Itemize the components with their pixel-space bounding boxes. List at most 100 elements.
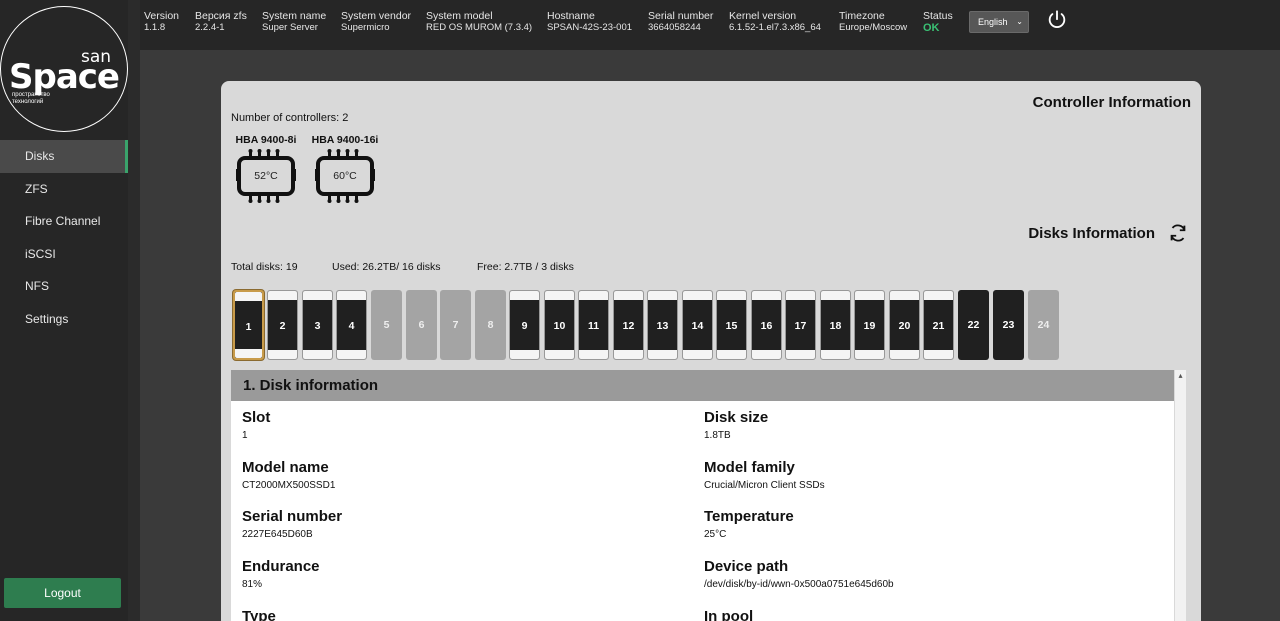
timezone-value: Europe/Moscow <box>839 22 908 33</box>
disk-slot[interactable]: 20 <box>889 290 920 360</box>
serial-value: 3664058244 <box>648 22 701 33</box>
field-value: 25°C <box>704 529 727 540</box>
sidebar-item-nfs[interactable]: NFS <box>0 270 128 303</box>
controller-temperature: 60°C <box>333 170 357 182</box>
main-area: Controller Information Number of control… <box>140 50 1280 621</box>
disk-slot[interactable]: 17 <box>785 290 816 360</box>
disk-slot[interactable]: 6 <box>406 290 437 360</box>
info-system-name: System name Super Server <box>262 10 326 34</box>
chip-icon: 60°C <box>314 149 376 203</box>
info-hostname: Hostname SPSAN-42S-23-001 <box>547 10 632 34</box>
logout-button[interactable]: Logout <box>4 578 121 608</box>
disk-slot[interactable]: 22 <box>958 290 989 360</box>
disk-slot[interactable]: 8 <box>475 290 506 360</box>
disk-slot[interactable]: 23 <box>993 290 1024 360</box>
kernel-value: 6.1.52-1.el7.3.x86_64 <box>729 22 821 33</box>
chevron-down-icon: ⌄ <box>1016 17 1023 26</box>
language-select[interactable]: English ⌄ <box>969 11 1029 33</box>
free-disks: Free: 2.7TB / 3 disks <box>477 261 574 273</box>
refresh-icon[interactable] <box>1167 222 1189 244</box>
info-kernel: Kernel version 6.1.52-1.el7.3.x86_64 <box>729 10 821 34</box>
disk-slot[interactable]: 10 <box>544 290 575 360</box>
disk-slot[interactable]: 21 <box>923 290 954 360</box>
field-label: Serial number <box>242 508 343 525</box>
field-label: Endurance <box>242 558 320 575</box>
sidebar-item-iscsi[interactable]: iSCSI <box>0 238 128 271</box>
sidebar-item-zfs[interactable]: ZFS <box>0 173 128 206</box>
disk-slot[interactable]: 5 <box>371 290 402 360</box>
field-model-family: Model family Crucial/Micron Client SSDs <box>704 459 1144 491</box>
kernel-label: Kernel version <box>729 10 797 22</box>
detail-scrollbar[interactable]: ▴ <box>1175 370 1186 621</box>
info-timezone: Timezone Europe/Moscow <box>839 10 907 34</box>
disk-slot[interactable]: 24 <box>1028 290 1059 360</box>
disk-slot[interactable]: 4 <box>336 290 367 360</box>
disk-slot[interactable]: 13 <box>647 290 678 360</box>
info-zfs: Версия zfs 2.2.4-1 <box>195 10 247 34</box>
version-label: Version <box>144 10 180 22</box>
system-model-value: RED OS MUROM (7.3.4) <box>426 22 533 33</box>
field-label: Model family <box>704 459 795 476</box>
controller-name: HBA 9400-8i <box>235 134 297 146</box>
version-value: 1.1.8 <box>144 22 166 33</box>
field-label: Model name <box>242 459 329 476</box>
controller-info-title: Controller Information <box>1032 94 1191 111</box>
system-name-value: Super Server <box>262 22 318 33</box>
controller-name: HBA 9400-16i <box>311 134 379 146</box>
logo: san Space пространство технологий <box>0 6 128 132</box>
timezone-label: Timezone <box>839 10 885 22</box>
field-label: Slot <box>242 409 271 426</box>
info-system-vendor: System vendor Supermicro <box>341 10 411 34</box>
disk-slot[interactable]: 1 <box>233 290 264 360</box>
sidebar-item-disks[interactable]: Disks <box>0 140 128 173</box>
field-value: 1 <box>242 430 248 441</box>
system-vendor-value: Supermicro <box>341 22 390 33</box>
info-system-model: System model RED OS MUROM (7.3.4) <box>426 10 532 34</box>
info-version: Version 1.1.8 <box>144 10 179 34</box>
hostname-label: Hostname <box>547 10 595 22</box>
disk-slot[interactable]: 14 <box>682 290 713 360</box>
field-type: Type <box>242 608 682 621</box>
field-value: Crucial/Micron Client SSDs <box>704 480 825 491</box>
disk-slot[interactable]: 9 <box>509 290 540 360</box>
status-badge: OK <box>923 22 940 34</box>
disks-info-title: Disks Information <box>1028 225 1155 242</box>
sidebar-nav: Disks ZFS Fibre Channel iSCSI NFS Settin… <box>0 140 128 335</box>
field-value: 81% <box>242 579 263 590</box>
field-serial-number: Serial number 2227E645D60B <box>242 508 682 540</box>
disk-slot[interactable]: 3 <box>302 290 333 360</box>
disk-slot[interactable]: 12 <box>613 290 644 360</box>
controller-card: HBA 9400-16i 60°C <box>305 134 385 203</box>
field-disk-size: Disk size 1.8TB <box>704 409 1144 441</box>
field-label: Temperature <box>704 508 794 525</box>
field-value: CT2000MX500SSD1 <box>242 480 336 491</box>
field-label: Disk size <box>704 409 769 426</box>
sidebar-scrollbar[interactable] <box>128 0 140 621</box>
status-label: Status <box>923 10 953 22</box>
disk-slot[interactable]: 15 <box>716 290 747 360</box>
disk-slot[interactable]: 11 <box>578 290 609 360</box>
scroll-up-icon[interactable]: ▴ <box>1175 370 1186 382</box>
power-icon[interactable] <box>1046 9 1068 31</box>
disk-slot[interactable]: 16 <box>751 290 782 360</box>
hostname-value: SPSAN-42S-23-001 <box>547 22 633 33</box>
info-serial: Serial number 3664058244 <box>648 10 713 34</box>
disk-slot[interactable]: 2 <box>267 290 298 360</box>
field-in-pool: In pool <box>704 608 1144 621</box>
system-name-label: System name <box>262 10 327 22</box>
sidebar-item-fibre-channel[interactable]: Fibre Channel <box>0 205 128 238</box>
total-disks: Total disks: 19 <box>231 261 298 273</box>
controller-temperature: 52°C <box>254 170 278 182</box>
disk-slot[interactable]: 7 <box>440 290 471 360</box>
field-slot: Slot 1 <box>242 409 682 441</box>
sidebar-item-settings[interactable]: Settings <box>0 303 128 336</box>
disk-slot[interactable]: 19 <box>854 290 885 360</box>
field-label: Device path <box>704 558 789 575</box>
disk-slot[interactable]: 18 <box>820 290 851 360</box>
field-temperature: Temperature 25°C <box>704 508 1144 540</box>
controller-card: HBA 9400-8i 52°C <box>226 134 306 203</box>
top-bar: Version 1.1.8 Версия zfs 2.2.4-1 System … <box>140 0 1280 50</box>
disk-detail-panel: 1. Disk information Slot 1 Disk size 1.8… <box>231 370 1174 621</box>
system-vendor-label: System vendor <box>341 10 412 22</box>
chip-icon: 52°C <box>235 149 297 203</box>
